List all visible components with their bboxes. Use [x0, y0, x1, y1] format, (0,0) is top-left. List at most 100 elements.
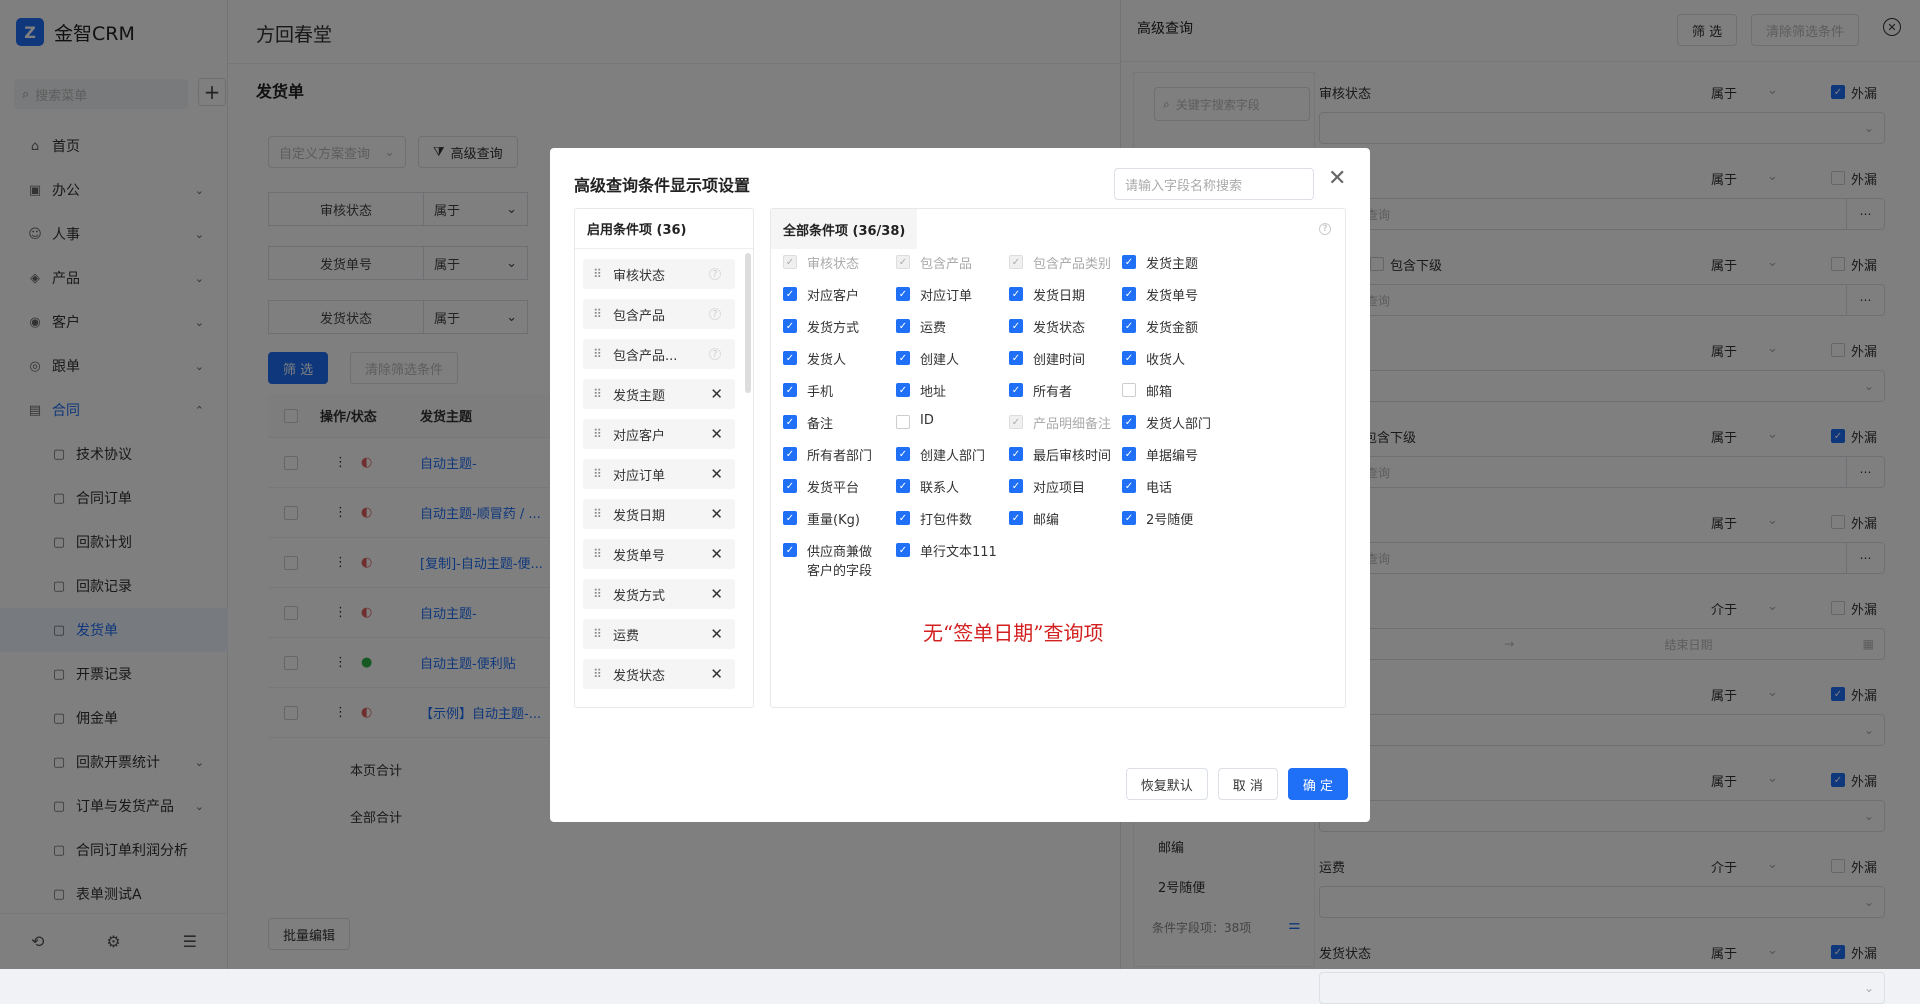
option-checkbox[interactable]: ✓ [783, 415, 797, 429]
field-name-search-input[interactable]: 请输入字段名称搜索 [1114, 168, 1314, 200]
option-checkbox[interactable]: ✓ [783, 287, 797, 301]
condition-option[interactable]: 邮箱 [1122, 381, 1252, 400]
option-checkbox[interactable]: ✓ [783, 511, 797, 525]
option-checkbox[interactable]: ✓ [783, 319, 797, 333]
option-checkbox[interactable]: ✓ [783, 543, 797, 557]
condition-option[interactable]: ✓ 发货人 [783, 349, 913, 368]
drag-handle-icon[interactable]: ⠿ [583, 667, 613, 681]
option-checkbox[interactable]: ✓ [1122, 447, 1136, 461]
condition-option[interactable]: ✓ 对应项目 [1009, 477, 1139, 496]
condition-option[interactable]: ✓ 创建人 [896, 349, 1026, 368]
cancel-button[interactable]: 取 消 [1217, 768, 1278, 800]
condition-option[interactable]: ✓ 单据编号 [1122, 445, 1252, 464]
remove-icon[interactable]: ✕ [710, 665, 723, 683]
enabled-condition-item[interactable]: ⠿ 发货方式 ✕ [583, 579, 735, 609]
remove-icon[interactable]: ✕ [710, 505, 723, 523]
enabled-condition-item[interactable]: ⠿ 运费 ✕ [583, 619, 735, 649]
query-value-input[interactable]: ⌄ [1319, 972, 1885, 1004]
condition-option[interactable]: ✓ 最后审核时间 [1009, 445, 1139, 464]
enabled-condition-item[interactable]: ⠿ 发货状态 ✕ [583, 659, 735, 689]
help-icon[interactable]: ? [1319, 223, 1331, 235]
enabled-condition-item[interactable]: ⠿ 审核状态? [583, 259, 735, 289]
condition-option[interactable]: ✓ 所有者部门 [783, 445, 913, 464]
close-icon[interactable]: ✕ [1328, 166, 1346, 191]
condition-option[interactable]: ✓ 发货方式 [783, 317, 913, 336]
condition-option[interactable]: ✓ 邮编 [1009, 509, 1139, 528]
option-checkbox[interactable]: ✓ [1122, 415, 1136, 429]
remove-icon[interactable]: ✕ [710, 545, 723, 563]
condition-option[interactable]: ✓ 单行文本111 [896, 541, 1026, 560]
option-checkbox[interactable]: ✓ [783, 447, 797, 461]
condition-option[interactable]: ✓ 联系人 [896, 477, 1026, 496]
option-checkbox[interactable]: ✓ [896, 319, 910, 333]
enabled-condition-item[interactable]: ⠿ 对应客户 ✕ [583, 419, 735, 449]
option-checkbox[interactable]: ✓ [896, 543, 910, 557]
drag-handle-icon[interactable]: ⠿ [583, 307, 613, 321]
option-checkbox[interactable]: ✓ [1009, 351, 1023, 365]
condition-option[interactable]: ✓ 手机 [783, 381, 913, 400]
condition-option[interactable]: ✓ 电话 [1122, 477, 1252, 496]
option-checkbox[interactable]: ✓ [1122, 479, 1136, 493]
option-checkbox[interactable]: ✓ [1009, 287, 1023, 301]
condition-option[interactable]: ✓ 对应客户 [783, 285, 913, 304]
reset-default-button[interactable]: 恢复默认 [1125, 768, 1208, 800]
enabled-condition-item[interactable]: ⠿ 包含产品...? [583, 339, 735, 369]
drag-handle-icon[interactable]: ⠿ [583, 267, 613, 281]
condition-option[interactable]: ✓ 重量(Kg) [783, 509, 913, 528]
enabled-condition-item[interactable]: ⠿ 包含产品? [583, 299, 735, 329]
condition-option[interactable]: ✓ 发货人部门 [1122, 413, 1252, 432]
drag-handle-icon[interactable]: ⠿ [583, 467, 613, 481]
enabled-condition-item[interactable]: ⠿ 对应订单 ✕ [583, 459, 735, 489]
option-checkbox[interactable]: ✓ [783, 383, 797, 397]
confirm-button[interactable]: 确 定 [1287, 768, 1348, 800]
enabled-condition-item[interactable]: ⠿ 发货单号 ✕ [583, 539, 735, 569]
condition-option[interactable]: ✓ 地址 [896, 381, 1026, 400]
option-checkbox[interactable]: ✓ [896, 383, 910, 397]
option-checkbox[interactable]: ✓ [1122, 255, 1136, 269]
remove-icon[interactable]: ✕ [710, 625, 723, 643]
drag-handle-icon[interactable]: ⠿ [583, 507, 613, 521]
enabled-condition-item[interactable]: ⠿ 发货日期 ✕ [583, 499, 735, 529]
condition-option[interactable]: ✓ 对应订单 [896, 285, 1026, 304]
condition-option[interactable]: ✓ 2号随便 [1122, 509, 1252, 528]
condition-option[interactable]: ✓ 备注 [783, 413, 913, 432]
option-checkbox[interactable]: ✓ [1009, 319, 1023, 333]
condition-option[interactable]: ✓ 运费 [896, 317, 1026, 336]
option-checkbox[interactable]: ✓ [896, 511, 910, 525]
drag-handle-icon[interactable]: ⠿ [583, 587, 613, 601]
remove-icon[interactable]: ✕ [710, 425, 723, 443]
condition-option[interactable]: ✓ 发货日期 [1009, 285, 1139, 304]
condition-option[interactable]: ✓ 供应商兼做客户的字段 [783, 541, 873, 579]
option-checkbox[interactable]: ✓ [1009, 479, 1023, 493]
option-checkbox[interactable]: ✓ [1009, 511, 1023, 525]
option-checkbox[interactable]: ✓ [896, 287, 910, 301]
option-checkbox[interactable]: ✓ [783, 351, 797, 365]
condition-option[interactable]: ✓ 发货金额 [1122, 317, 1252, 336]
drag-handle-icon[interactable]: ⠿ [583, 427, 613, 441]
condition-option[interactable]: ✓ 所有者 [1009, 381, 1139, 400]
condition-option[interactable]: ✓ 创建时间 [1009, 349, 1139, 368]
option-checkbox[interactable]: ✓ [1122, 319, 1136, 333]
enabled-condition-item[interactable]: ⠿ 发货主题 ✕ [583, 379, 735, 409]
condition-option[interactable]: ✓ 打包件数 [896, 509, 1026, 528]
condition-option[interactable]: ID [896, 413, 1026, 429]
condition-option[interactable]: ✓ 发货平台 [783, 477, 913, 496]
condition-option[interactable]: ✓ 发货单号 [1122, 285, 1252, 304]
option-checkbox[interactable]: ✓ [1009, 447, 1023, 461]
condition-option[interactable]: ✓ 收货人 [1122, 349, 1252, 368]
drag-handle-icon[interactable]: ⠿ [583, 547, 613, 561]
condition-option[interactable]: ✓ 发货状态 [1009, 317, 1139, 336]
option-checkbox[interactable]: ✓ [896, 351, 910, 365]
drag-handle-icon[interactable]: ⠿ [583, 347, 613, 361]
option-checkbox[interactable]: ✓ [783, 479, 797, 493]
drag-handle-icon[interactable]: ⠿ [583, 627, 613, 641]
condition-option[interactable]: ✓ 创建人部门 [896, 445, 1026, 464]
option-checkbox[interactable] [1122, 383, 1136, 397]
scrollbar[interactable] [745, 253, 751, 393]
option-checkbox[interactable]: ✓ [896, 447, 910, 461]
option-checkbox[interactable]: ✓ [1009, 383, 1023, 397]
option-checkbox[interactable]: ✓ [896, 479, 910, 493]
drag-handle-icon[interactable]: ⠿ [583, 387, 613, 401]
option-checkbox[interactable]: ✓ [1122, 351, 1136, 365]
option-checkbox[interactable]: ✓ [1122, 287, 1136, 301]
